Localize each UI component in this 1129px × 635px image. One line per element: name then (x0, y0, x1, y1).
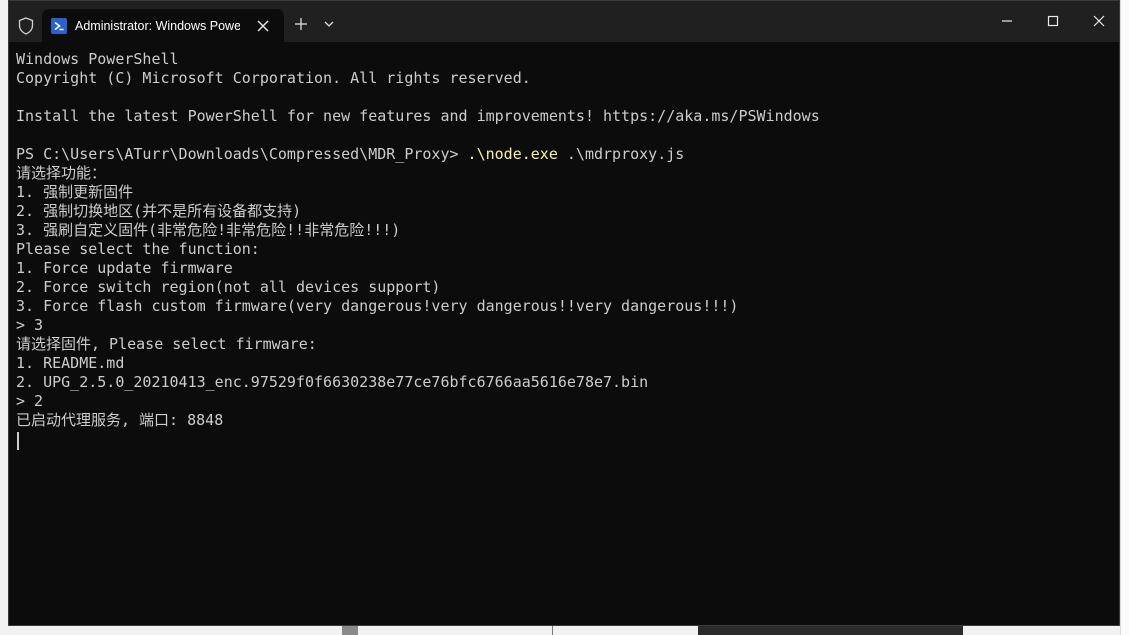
console-line: 2. Force switch region(not all devices s… (16, 278, 441, 296)
terminal-window: Administrator: Windows PowerShell Window… (8, 0, 1120, 626)
console-line: Please select the function: (16, 240, 260, 258)
console-line: 2. 强制切换地区(并不是所有设备都支持) (16, 202, 302, 220)
console-line: 1. 强制更新固件 (16, 183, 134, 201)
text-cursor (17, 432, 19, 450)
console-line: Copyright (C) Microsoft Corporation. All… (16, 69, 531, 87)
prompt-arguments: .\mdrproxy.js (557, 145, 685, 163)
tab-title: Administrator: Windows PowerShell (75, 19, 240, 33)
console-prompt-line: PS C:\Users\ATurr\Downloads\Compressed\M… (16, 145, 1106, 164)
chevron-down-icon[interactable] (322, 17, 336, 31)
console-line: 2. UPG_2.5.0_20210413_enc.97529f0f663023… (16, 373, 649, 391)
title-bar[interactable]: Administrator: Windows PowerShell (9, 1, 1119, 42)
background-window-strip (342, 626, 358, 635)
console-line: Install the latest PowerShell for new fe… (16, 107, 820, 125)
console-line: 3. 强刷自定义固件(非常危险!非常危险!!非常危险!!!) (16, 221, 401, 239)
tab-powershell[interactable]: Administrator: Windows PowerShell (42, 9, 284, 42)
console-line: 请选择固件, Please select firmware: (16, 335, 317, 353)
maximize-icon[interactable] (1041, 11, 1065, 31)
prompt-path: PS C:\Users\ATurr\Downloads\Compressed\M… (16, 145, 468, 163)
console-line: 1. README.md (16, 354, 125, 372)
background-divider (552, 626, 553, 635)
new-tab-plus-icon[interactable] (292, 15, 310, 33)
console-output[interactable]: Windows PowerShell Copyright (C) Microso… (9, 42, 1119, 625)
shield-icon (18, 17, 34, 35)
prompt-command: .\node.exe (467, 145, 558, 163)
console-line: > 3 (16, 316, 44, 334)
console-line: 1. Force update firmware (16, 259, 233, 277)
background-window-strip (698, 626, 963, 635)
powershell-icon (51, 18, 67, 34)
console-line: 请选择功能： (16, 164, 107, 182)
console-line: 已启动代理服务, 端口: 8848 (16, 411, 224, 429)
tab-close-icon[interactable] (254, 17, 272, 35)
console-line: Windows PowerShell (16, 50, 179, 68)
console-line: 3. Force flash custom firmware(very dang… (16, 297, 739, 315)
console-lines: Windows PowerShell Copyright (C) Microso… (16, 50, 1106, 430)
minimize-icon[interactable] (995, 11, 1019, 31)
console-line: > 2 (16, 392, 44, 410)
background-window-edge (1120, 0, 1129, 635)
close-icon[interactable] (1087, 11, 1111, 31)
